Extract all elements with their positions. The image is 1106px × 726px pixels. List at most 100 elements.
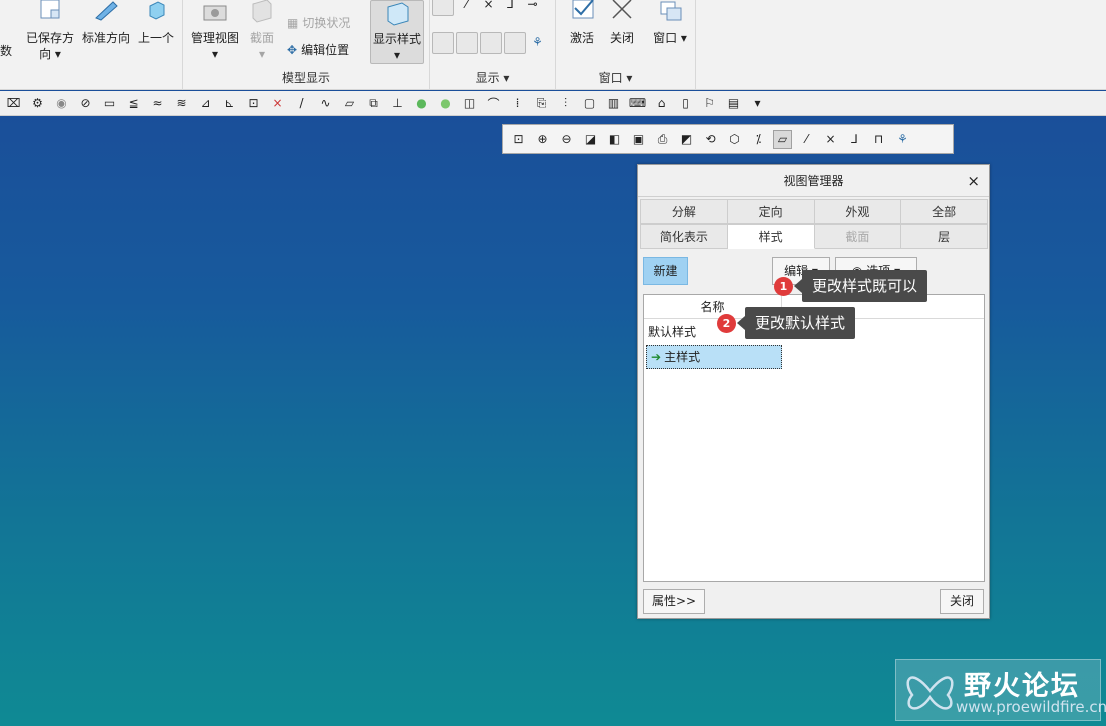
tab-orient[interactable]: 定向 xyxy=(727,199,815,224)
manage-views-button[interactable]: 管理视图 ▾ xyxy=(189,0,241,62)
csys-display-icon[interactable]: ⅃ xyxy=(501,0,520,13)
annotation-toggle-icon[interactable]: ⊓ xyxy=(869,130,888,149)
prev-orient-button[interactable]: 上一个 xyxy=(136,0,176,46)
shading-icon[interactable]: ◧ xyxy=(605,130,624,149)
sketch-icon[interactable]: ≦ xyxy=(124,94,143,113)
tag-icon[interactable]: ⌂ xyxy=(652,94,671,113)
zoom-out-icon[interactable]: ⊖ xyxy=(557,130,576,149)
dialog-close-button[interactable]: 关闭 xyxy=(940,589,984,614)
layer-icon[interactable]: ▭ xyxy=(100,94,119,113)
window-group: 激活 关闭 窗口 ▾ 窗口 ▾ xyxy=(556,0,696,90)
note-icon[interactable]: ⎘ xyxy=(532,94,551,113)
dialog-title-bar: 视图管理器 × xyxy=(638,165,989,197)
x-icon[interactable]: ⌧ xyxy=(4,94,23,113)
graph-icon[interactable]: ⊥ xyxy=(388,94,407,113)
dim-icon[interactable]: ⁞ xyxy=(508,94,527,113)
quilt-icon[interactable]: ⧉ xyxy=(364,94,383,113)
point-toggle-icon[interactable]: × xyxy=(821,130,840,149)
watermark-url: www.proewildfire.cn xyxy=(956,698,1106,716)
show-group: ⁄ × ⅃ ⊸ ⚘ 显示 ▾ xyxy=(430,0,556,90)
list-item-selected[interactable]: ➔ 主样式 xyxy=(646,345,782,369)
line-icon[interactable]: / xyxy=(292,94,311,113)
book-icon[interactable]: ▥ xyxy=(604,94,623,113)
callout-badge-2: 2 xyxy=(717,314,736,333)
surface-icon[interactable]: ≋ xyxy=(172,94,191,113)
chevron-down-icon: ▾ xyxy=(680,31,687,45)
axis-display-icon[interactable]: ⁄ xyxy=(457,0,476,13)
saved-orient-button[interactable]: 已保存方 向 ▾ xyxy=(24,0,76,62)
point-tag-icon[interactable] xyxy=(480,32,502,54)
tab-appearance[interactable]: 外观 xyxy=(814,199,902,224)
refit-icon[interactable]: ⊡ xyxy=(509,130,528,149)
plane-display-icon[interactable] xyxy=(432,0,454,16)
curve-icon[interactable]: ∿ xyxy=(316,94,335,113)
saved-views-icon[interactable]: ⎙ xyxy=(653,130,672,149)
list-item[interactable]: 默认样式 xyxy=(648,323,696,340)
wave-icon[interactable]: ≈ xyxy=(148,94,167,113)
window-icon xyxy=(660,1,682,21)
datum-icon[interactable]: ⊿ xyxy=(196,94,215,113)
tab-simplified-rep[interactable]: 简化表示 xyxy=(640,224,728,249)
tab-style[interactable]: 样式 xyxy=(727,224,815,249)
ruler-icon[interactable]: ⫶ xyxy=(556,94,575,113)
window-button[interactable]: 窗口 ▾ xyxy=(650,0,690,46)
close-window-button[interactable]: 关闭 xyxy=(602,0,642,46)
doc-icon[interactable]: ▤ xyxy=(724,94,743,113)
activate-button[interactable]: 激活 xyxy=(562,0,602,46)
display-style-small-icon[interactable]: ⬡ xyxy=(725,130,744,149)
green-ball-alt-icon[interactable]: ● xyxy=(436,94,455,113)
plane-tag-icon[interactable] xyxy=(432,32,454,54)
annotation-display-icon[interactable]: ⊸ xyxy=(523,0,542,13)
display-style-button[interactable]: 显示样式 ▾ xyxy=(370,0,424,64)
spin-icon[interactable]: ⟲ xyxy=(701,130,720,149)
csys-toggle-icon[interactable]: ⅃ xyxy=(845,130,864,149)
points-icon[interactable]: × xyxy=(268,94,287,113)
close-icon[interactable]: × xyxy=(967,165,980,197)
arc-icon[interactable]: ⌒ xyxy=(484,94,503,113)
solid-icon[interactable]: ◫ xyxy=(460,94,479,113)
spin-center-toggle-icon[interactable]: ⚘ xyxy=(893,130,912,149)
repaint-icon[interactable]: ◪ xyxy=(581,130,600,149)
view-manager-icon[interactable]: ▣ xyxy=(629,130,648,149)
point-display-icon[interactable]: × xyxy=(479,0,498,13)
axis-toggle-icon[interactable]: ⁄ xyxy=(797,130,816,149)
comment-icon[interactable]: ⌨ xyxy=(628,94,647,113)
hide-icon[interactable]: ⊘ xyxy=(76,94,95,113)
graphics-toolbar: ⊡ ⊕ ⊖ ◪ ◧ ▣ ⎙ ◩ ⟲ ⬡ ⁒ ▱ ⁄ × ⅃ ⊓ ⚘ xyxy=(502,124,954,154)
measure-icon[interactable]: ⊡ xyxy=(244,94,263,113)
std-orient-button[interactable]: 标准方向 xyxy=(80,0,132,46)
section-button[interactable]: 截面 ▾ xyxy=(245,0,279,62)
toggle-status-button[interactable]: ▦ 切换状况 xyxy=(287,14,350,31)
callout-1: 更改样式既可以 xyxy=(793,270,928,302)
eye-icon[interactable]: ◉ xyxy=(52,94,71,113)
named-view-icon[interactable]: ◩ xyxy=(677,130,696,149)
edit-position-button[interactable]: ✥ 编辑位置 xyxy=(287,41,349,58)
flag-icon[interactable]: ⚐ xyxy=(700,94,719,113)
gear-icon[interactable]: ⚙ xyxy=(28,94,47,113)
frame-icon[interactable]: ▢ xyxy=(580,94,599,113)
tab-layer[interactable]: 层 xyxy=(901,224,988,249)
chevron-down-icon: ▾ xyxy=(258,47,266,61)
toggle-status-icon: ▦ xyxy=(287,15,299,30)
checkmark-icon xyxy=(572,0,594,19)
view-manager-dialog: 视图管理器 × 分解 定向 外观 全部 简化表示 样式 截面 层 新建 编辑 ▾… xyxy=(637,164,990,619)
cube-icon xyxy=(149,1,165,20)
zoom-in-icon[interactable]: ⊕ xyxy=(533,130,552,149)
tab-all[interactable]: 全部 xyxy=(901,199,988,224)
properties-button[interactable]: 属性>> xyxy=(643,589,705,614)
dropdown-arrow-icon[interactable]: ▾ xyxy=(748,94,767,113)
plane-toggle-icon[interactable]: ▱ xyxy=(773,129,792,149)
spin-center-icon[interactable]: ⚘ xyxy=(528,32,547,51)
green-ball-icon[interactable]: ● xyxy=(412,94,431,113)
cylinder-icon[interactable]: ▯ xyxy=(676,94,695,113)
sketch-display-icon[interactable]: ⁒ xyxy=(749,130,768,149)
axis-tag-icon[interactable] xyxy=(456,32,478,54)
csys-tag-icon[interactable] xyxy=(504,32,526,54)
window-group-label: 窗口 ▾ xyxy=(598,71,633,85)
datum-display-row-1: ⁄ × ⅃ ⊸ xyxy=(432,0,542,16)
new-button[interactable]: 新建 xyxy=(643,257,688,285)
tab-explode[interactable]: 分解 xyxy=(640,199,728,224)
plane-icon[interactable]: ▱ xyxy=(340,94,359,113)
analysis-icon[interactable]: ⊾ xyxy=(220,94,239,113)
tab-section[interactable]: 截面 xyxy=(814,224,902,249)
